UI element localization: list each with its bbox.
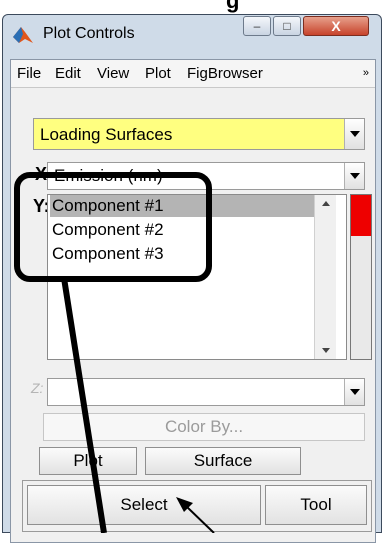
annotation-arrows [61,277,215,533]
select-arrow-line [185,505,215,533]
callout-pointer-line [61,277,107,533]
